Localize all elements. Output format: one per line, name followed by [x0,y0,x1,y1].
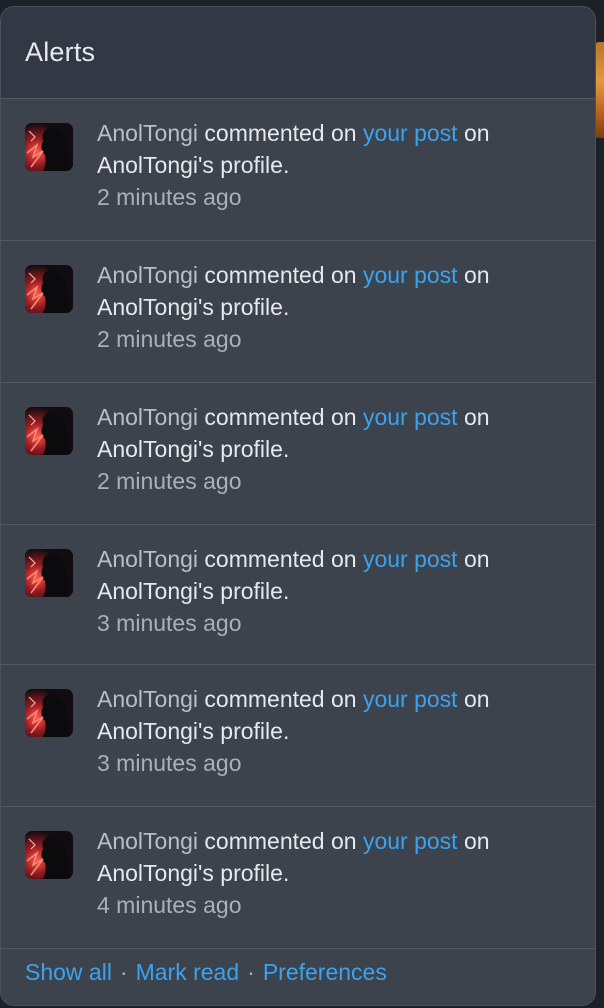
alert-target: AnolTongi's profile. [97,294,290,320]
show-all-link[interactable]: Show all [25,959,112,986]
alert-username[interactable]: AnolTongi [97,120,198,146]
alert-target: AnolTongi's profile. [97,860,290,886]
alert-time: 2 minutes ago [97,468,242,494]
alert-list: AnolTongi commented on your post on Anol… [1,99,595,949]
alert-suffix: on [463,404,490,430]
alert-suffix: on [463,262,490,288]
alert-target: AnolTongi's profile. [97,436,290,462]
alert-target: AnolTongi's profile. [97,578,290,604]
alert-time: 4 minutes ago [97,892,242,918]
avatar[interactable] [25,407,73,455]
alert-action: commented on [204,120,357,146]
alert-text: AnolTongi commented on your post on Anol… [97,401,567,497]
footer-separator: · [119,958,128,985]
alerts-header: Alerts [1,7,595,99]
avatar[interactable] [25,265,73,313]
alert-suffix: on [463,120,490,146]
alert-text: AnolTongi commented on your post on Anol… [97,683,567,779]
alert-post-link[interactable]: your post [363,404,458,430]
alert-username[interactable]: AnolTongi [97,546,198,572]
avatar[interactable] [25,689,73,737]
alert-suffix: on [463,686,490,712]
alert-text: AnolTongi commented on your post on Anol… [97,117,567,213]
alert-post-link[interactable]: your post [363,686,458,712]
alert-text: AnolTongi commented on your post on Anol… [97,259,567,355]
alert-action: commented on [204,546,357,572]
avatar[interactable] [25,549,73,597]
alert-action: commented on [204,686,357,712]
alert-post-link[interactable]: your post [363,262,458,288]
alert-action: commented on [204,262,357,288]
alert-username[interactable]: AnolTongi [97,404,198,430]
alert-item[interactable]: AnolTongi commented on your post on Anol… [1,99,595,241]
mark-read-link[interactable]: Mark read [136,959,240,986]
alert-item[interactable]: AnolTongi commented on your post on Anol… [1,525,595,665]
alert-post-link[interactable]: your post [363,120,458,146]
alerts-footer: Show all · Mark read · Preferences [1,939,595,1005]
alert-item[interactable]: AnolTongi commented on your post on Anol… [1,807,595,949]
alert-time: 2 minutes ago [97,184,242,210]
alert-post-link[interactable]: your post [363,546,458,572]
alert-time: 3 minutes ago [97,750,242,776]
alert-text: AnolTongi commented on your post on Anol… [97,825,567,921]
alert-suffix: on [463,546,490,572]
alert-time: 2 minutes ago [97,326,242,352]
alert-username[interactable]: AnolTongi [97,262,198,288]
alert-action: commented on [204,404,357,430]
alerts-popup: Alerts AnolTongi commented on your post … [0,6,596,1006]
alert-item[interactable]: AnolTongi commented on your post on Anol… [1,383,595,525]
alert-username[interactable]: AnolTongi [97,828,198,854]
alert-post-link[interactable]: your post [363,828,458,854]
alert-item[interactable]: AnolTongi commented on your post on Anol… [1,241,595,383]
alert-time: 3 minutes ago [97,610,242,636]
alert-action: commented on [204,828,357,854]
footer-separator: · [247,958,255,985]
avatar[interactable] [25,831,73,879]
preferences-link[interactable]: Preferences [263,959,387,986]
alert-target: AnolTongi's profile. [97,718,290,744]
alert-text: AnolTongi commented on your post on Anol… [97,543,567,639]
alert-suffix: on [463,828,490,854]
alerts-title: Alerts [25,37,96,67]
alert-username[interactable]: AnolTongi [97,686,198,712]
alert-item[interactable]: AnolTongi commented on your post on Anol… [1,665,595,807]
alert-target: AnolTongi's profile. [97,152,290,178]
avatar[interactable] [25,123,73,171]
